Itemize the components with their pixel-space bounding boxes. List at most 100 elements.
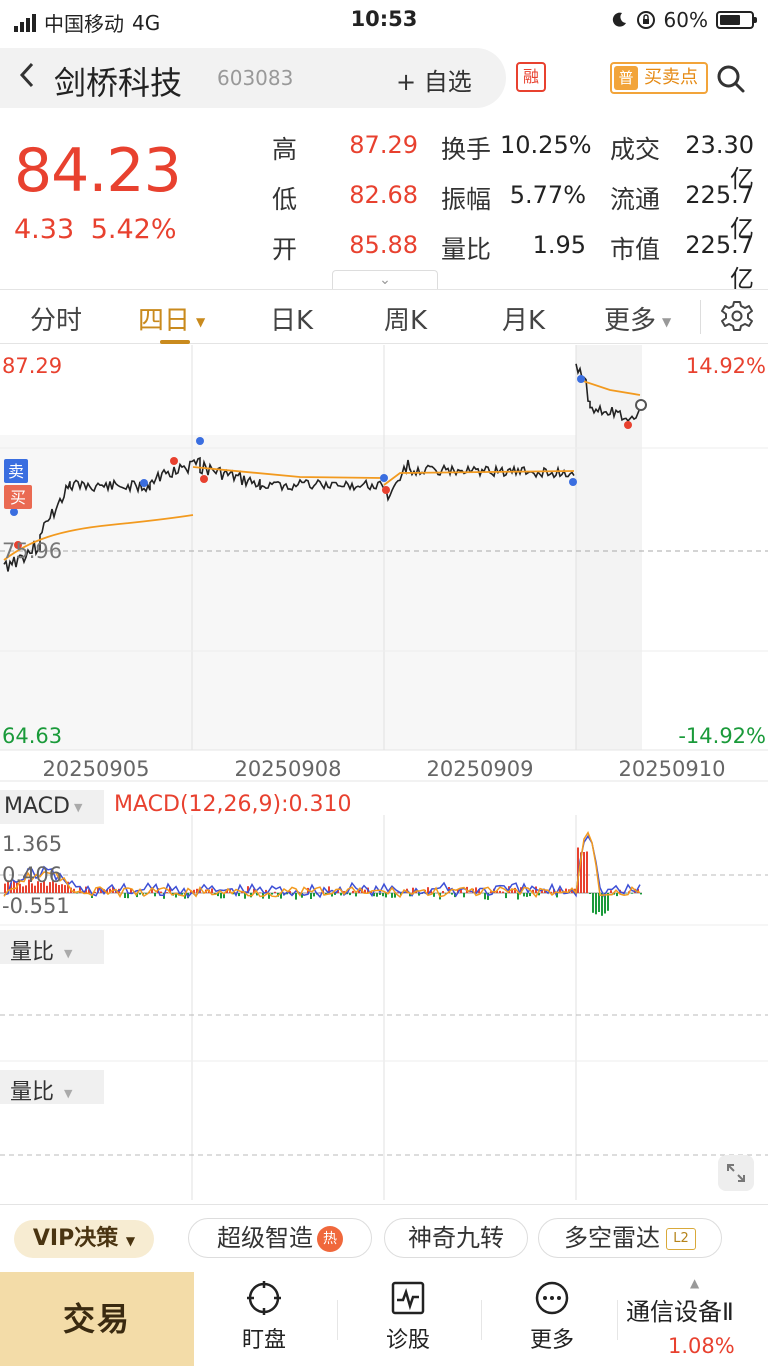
stat-value: 225.7亿 (685, 231, 754, 293)
stat-value: 87.29 (349, 131, 418, 159)
current-price-dot (635, 399, 647, 411)
pct-axis-min: -14.92% (678, 724, 766, 748)
caret-down-icon: ▼ (64, 1086, 73, 1100)
volume-ratio-selector-1[interactable]: 量比 ▼ (0, 930, 104, 965)
triangle-up-icon: ▲ (690, 1276, 700, 1290)
macd-bar (211, 888, 213, 893)
macd-bar (310, 893, 312, 899)
y-axis-min: 64.63 (2, 724, 62, 748)
nav-divider (481, 1300, 482, 1340)
macd-bar (259, 892, 261, 893)
super-manufacturing-button[interactable]: 超级智造热 (188, 1218, 372, 1258)
more-button[interactable]: 更多 (502, 1280, 602, 1354)
fullscreen-button[interactable] (718, 1155, 754, 1191)
tab-label: 月K (502, 306, 546, 336)
macd-bar (154, 893, 156, 897)
macd-tick-mid: 0.406 (2, 863, 62, 887)
macd-bar (349, 893, 351, 896)
tab-label: 更多 (604, 306, 657, 336)
volume-ratio-selector-2[interactable]: 量比 ▼ (0, 1070, 104, 1105)
macd-bar (586, 851, 588, 893)
macd-bar (271, 893, 273, 895)
diagnose-stock-button[interactable]: 诊股 (358, 1280, 458, 1354)
bull-bear-radar-button[interactable]: 多空雷达 L2 (538, 1218, 722, 1258)
nav-label: 诊股 (385, 1328, 430, 1353)
date-label: 20250909 (427, 757, 534, 781)
buy-signal-dot (200, 475, 208, 483)
tab-1[interactable]: 四日 ▼ (138, 300, 205, 337)
pill-label: 超级智造 (217, 1224, 313, 1252)
macd-bar (463, 893, 465, 898)
macd-bar (64, 885, 66, 893)
macd-title-label: MACD (4, 794, 70, 819)
more-dots-icon (535, 1281, 569, 1315)
nav-divider (337, 1300, 338, 1340)
hot-badge: 热 (317, 1226, 343, 1252)
macd-bar (505, 893, 507, 899)
macd-indicator-selector[interactable]: MACD ▼ (0, 790, 104, 824)
stat-value: 1.95 (532, 231, 586, 259)
buy-badge-label: 买 (10, 488, 26, 507)
industry-name[interactable]: 通信设备Ⅱ (626, 1292, 734, 1327)
search-icon[interactable] (716, 64, 746, 94)
gear-icon[interactable] (720, 299, 754, 333)
macd-bar (517, 893, 519, 900)
macd-bar (76, 893, 78, 894)
watch-panel-button[interactable]: 盯盘 (214, 1280, 314, 1354)
stock-header: 剑桥科技 603083 + 自选 (0, 48, 506, 108)
buy-sell-point-button[interactable]: 普 买卖点 (610, 62, 708, 94)
macd-bar (274, 891, 276, 893)
macd-bar (427, 887, 429, 893)
change-percent: 5.42% (90, 214, 177, 245)
sell-signal-dot (577, 375, 585, 383)
back-arrow-icon (19, 62, 34, 88)
buy-signal-dot (624, 421, 632, 429)
ratio-label: 量比 (10, 940, 55, 965)
sell-signal-dot (140, 479, 148, 487)
stat-value: 10.25% (500, 131, 592, 159)
sell-signal-dot (569, 478, 577, 486)
macd-tick-bot: -0.551 (2, 894, 70, 918)
nav-label: 盯盘 (241, 1328, 286, 1353)
macd-bar (433, 893, 435, 897)
macd-bar (352, 890, 354, 893)
caret-down-icon: ▼ (662, 314, 672, 329)
buy-sell-point-label: 买卖点 (644, 67, 698, 88)
y-axis-mid: 75.96 (2, 539, 62, 563)
macd-bar (313, 893, 315, 897)
target-icon (247, 1281, 281, 1315)
tab-4[interactable]: 月K (502, 300, 545, 337)
pu-badge: 普 (614, 66, 638, 90)
tab-label: 日K (270, 306, 314, 336)
tab-0[interactable]: 分时 (30, 300, 82, 337)
macd-bar (529, 893, 531, 897)
macd-bar (376, 893, 378, 897)
back-button[interactable] (16, 58, 38, 101)
pct-axis-max: 14.92% (686, 354, 766, 378)
change-amount: 4.33 (14, 214, 75, 245)
ratio-label: 量比 (10, 1080, 55, 1105)
macd-bar (601, 893, 603, 916)
magic-nine-button[interactable]: 神奇九转 (384, 1218, 528, 1258)
macd-bar (139, 893, 141, 895)
pulse-chart-icon (391, 1281, 425, 1315)
vip-decision-button[interactable]: VIP决策 ▼ (14, 1220, 154, 1258)
nav-divider (617, 1300, 618, 1340)
intraday-chart[interactable]: 卖买 87.29 75.96 64.63 14.92% -14.92% 20250905 20… (0, 345, 768, 1205)
macd-bar (589, 893, 591, 894)
tab-5[interactable]: 更多 ▼ (604, 300, 671, 337)
stat-value: 85.88 (349, 231, 418, 259)
macd-bar (319, 892, 321, 893)
macd-bar (451, 893, 453, 895)
tab-3[interactable]: 周K (384, 300, 427, 337)
stock-name: 剑桥科技 (54, 64, 183, 102)
tab-2[interactable]: 日K (270, 300, 313, 337)
trade-button[interactable]: 交易 (0, 1272, 194, 1366)
macd-bar (220, 893, 222, 899)
today-shade (576, 345, 642, 750)
nav-label: 更多 (529, 1328, 574, 1353)
expand-quote-button[interactable]: ⌄ (332, 270, 438, 290)
add-watchlist-button[interactable]: + 自选 (396, 62, 472, 97)
margin-trading-badge[interactable]: 融 (516, 62, 546, 92)
battery-percent: 60% (663, 8, 708, 32)
